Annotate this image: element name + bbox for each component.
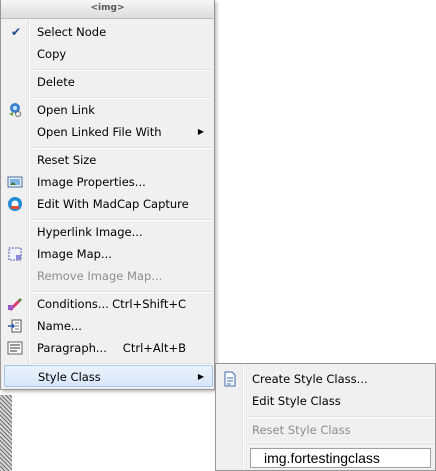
menu-item-shortcut: Ctrl+Alt+B xyxy=(122,341,186,355)
style-class-field[interactable]: img.fortestingclass xyxy=(250,448,431,468)
menu-item-label: Conditions... xyxy=(37,297,109,311)
submenu-item-label: Create Style Class... xyxy=(252,372,368,386)
menu-item-conditions[interactable]: Conditions... Ctrl+Shift+C xyxy=(3,293,212,315)
submenu-item-edit-style-class[interactable]: Edit Style Class xyxy=(218,390,433,412)
style-class-submenu: Create Style Class... Edit Style Class R… xyxy=(215,363,436,471)
menu-item-label: Style Class xyxy=(38,370,101,384)
submenu-arrow-icon: ▶ xyxy=(197,372,204,381)
submenu-item-create-style-class[interactable]: Create Style Class... xyxy=(218,368,433,390)
create-style-class-icon xyxy=(222,371,238,387)
menu-item-open-link[interactable]: Open Link xyxy=(3,99,212,121)
menu-item-label: Open Linked File With xyxy=(37,125,162,139)
checkmark-icon: ✔ xyxy=(11,25,22,39)
menu-item-label: Delete xyxy=(37,75,75,89)
menu-item-label: Image Properties... xyxy=(37,175,146,189)
submenu-item-reset-style-class[interactable]: Reset Style Class xyxy=(218,419,433,441)
menu-item-label: Edit With MadCap Capture xyxy=(37,197,189,211)
menu-item-label: Remove Image Map... xyxy=(37,269,163,283)
submenu-item-label: Reset Style Class xyxy=(252,423,351,437)
menu-item-remove-image-map[interactable]: Remove Image Map... xyxy=(3,265,212,287)
menu-item-label: Open Link xyxy=(37,103,95,117)
menu-item-select-node[interactable]: ✔ Select Node xyxy=(3,21,212,43)
menu-item-reset-size[interactable]: Reset Size xyxy=(3,149,212,171)
menu-item-image-properties[interactable]: Image Properties... xyxy=(3,171,212,193)
menu-item-copy[interactable]: Copy xyxy=(3,43,212,65)
submenu-arrow-icon: ▶ xyxy=(197,127,204,136)
menu-item-label: Image Map... xyxy=(37,247,112,261)
menu-item-delete[interactable]: Delete xyxy=(3,71,212,93)
menu-item-paragraph[interactable]: Paragraph... Ctrl+Alt+B xyxy=(3,337,212,359)
menu-item-shortcut: Ctrl+Shift+C xyxy=(112,297,186,311)
menu-item-edit-with-madcap-capture[interactable]: Edit With MadCap Capture xyxy=(3,193,212,215)
image-map-icon xyxy=(7,246,23,262)
menu-item-style-class[interactable]: Style Class ▶ xyxy=(4,365,213,387)
menu-item-image-map[interactable]: Image Map... xyxy=(3,243,212,265)
submenu-separator xyxy=(246,416,434,418)
open-link-icon xyxy=(7,102,23,118)
submenu-separator xyxy=(246,444,434,446)
image-properties-icon xyxy=(7,174,23,190)
menu-item-hyperlink-image[interactable]: Hyperlink Image... xyxy=(3,221,212,243)
madcap-capture-icon xyxy=(7,196,23,212)
menu-item-label: Reset Size xyxy=(37,153,97,167)
menu-item-open-linked-file-with[interactable]: Open Linked File With ▶ xyxy=(3,121,212,143)
menu-item-label: Paragraph... xyxy=(37,341,107,355)
name-icon xyxy=(7,318,23,334)
background-hatch xyxy=(0,395,12,471)
menu-item-label: Name... xyxy=(37,319,82,333)
menu-item-label: Copy xyxy=(37,47,67,61)
menu-header: <img> xyxy=(1,0,214,19)
menu-item-label: Hyperlink Image... xyxy=(37,225,143,239)
paragraph-icon xyxy=(7,340,23,356)
menu-item-name[interactable]: Name... xyxy=(3,315,212,337)
context-menu: <img> ✔ Select Node Copy Delete Open Lin… xyxy=(0,0,215,390)
menu-item-label: Select Node xyxy=(37,25,107,39)
submenu-item-label: Edit Style Class xyxy=(252,394,341,408)
conditions-icon xyxy=(7,296,23,312)
